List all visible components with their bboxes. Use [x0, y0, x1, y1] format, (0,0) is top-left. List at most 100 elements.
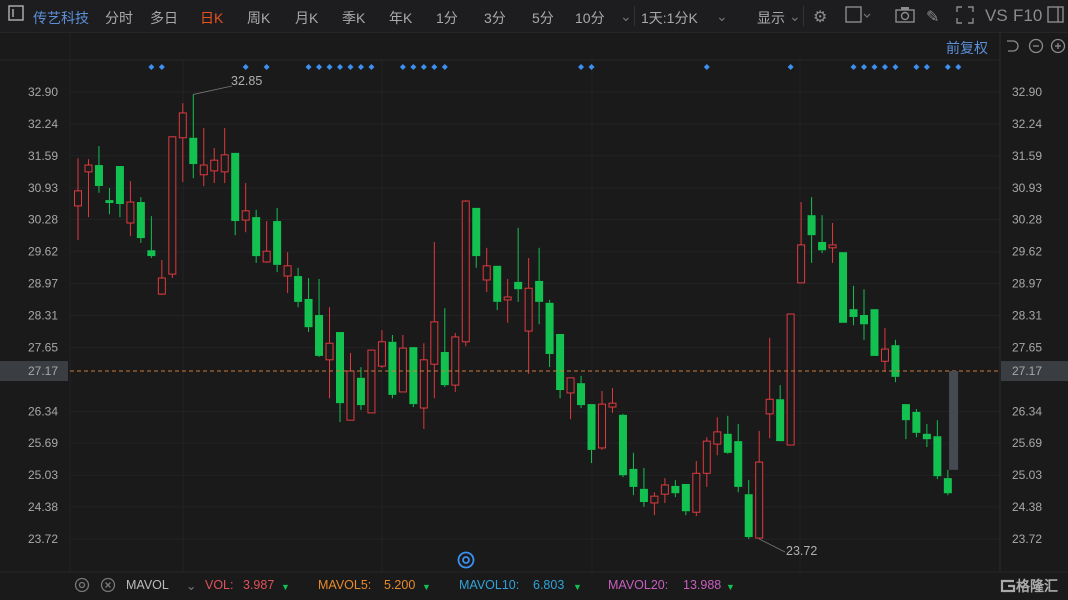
period-tab[interactable]: 月K — [295, 8, 318, 28]
zoom-out-icon[interactable] — [1028, 38, 1044, 57]
y-tick-label-right: 28.31 — [1012, 309, 1042, 323]
indicator-settings-icon[interactable] — [74, 577, 90, 596]
panel-icon[interactable] — [1047, 6, 1065, 29]
candle — [535, 247, 544, 325]
event-marker-diamond-icon — [347, 64, 354, 70]
candle — [388, 334, 397, 399]
indicator-name[interactable]: MAVOL — [126, 578, 169, 592]
candle-body-up — [84, 164, 93, 173]
candle-body-down — [115, 166, 124, 204]
candle — [650, 492, 659, 516]
candle — [639, 467, 648, 507]
candle-body-down — [818, 241, 827, 251]
event-marker-diamond-icon — [955, 64, 962, 70]
low-price-label: 23.72 — [786, 544, 818, 558]
stock-name[interactable]: 传艺科技 — [33, 8, 89, 28]
candle-body-up — [199, 164, 208, 176]
event-marker-diamond-icon — [850, 64, 857, 70]
range-select[interactable]: 1天:1分K — [641, 8, 698, 28]
square-icon[interactable] — [845, 6, 871, 29]
candle — [472, 207, 481, 268]
display-menu[interactable]: 显示 — [757, 8, 785, 28]
candle-body-up — [880, 348, 889, 362]
undo-icon[interactable] — [1004, 38, 1020, 57]
y-tick-label-left: 32.90 — [28, 85, 58, 99]
candle-body-up — [566, 377, 575, 394]
period-tab[interactable]: 分时 — [105, 8, 133, 28]
grid — [0, 33, 1068, 573]
at-icon[interactable] — [457, 551, 475, 574]
candle-body-up — [755, 461, 764, 539]
candle-body-up — [451, 336, 460, 386]
candle — [409, 347, 418, 408]
event-marker-diamond-icon — [337, 64, 343, 70]
period-tab[interactable]: 5分 — [532, 8, 554, 28]
chevron-down-icon: ⌄ — [789, 8, 801, 24]
candle-body-up — [765, 398, 774, 415]
candle — [702, 437, 711, 487]
period-tab[interactable]: 3分 — [484, 8, 506, 28]
period-tab[interactable]: 季K — [342, 8, 365, 28]
settings-icon[interactable]: ⚙ — [813, 7, 827, 27]
indicator-close-icon[interactable] — [100, 577, 116, 596]
candle-body-down — [545, 302, 554, 354]
candle-body-down — [618, 414, 627, 476]
period-tab[interactable]: 1分 — [436, 8, 458, 28]
candle — [220, 128, 229, 184]
y-tick-label-left: 29.62 — [28, 245, 58, 259]
candle — [545, 299, 554, 368]
candle-body-down — [189, 137, 198, 165]
vs-button[interactable]: VS — [985, 6, 1008, 26]
down-arrow-icon: ▼ — [573, 582, 582, 592]
candle-body-down — [440, 352, 449, 386]
candle — [304, 278, 313, 333]
period-tab-active[interactable]: 日K — [200, 8, 223, 28]
y-tick-label-left: 26.34 — [28, 404, 58, 418]
event-marker-diamond-icon — [944, 64, 951, 70]
candle-body-up — [503, 296, 512, 301]
y-tick-label-right: 27.65 — [1012, 341, 1042, 355]
candle — [136, 197, 145, 243]
divider — [803, 6, 804, 26]
period-tab[interactable]: 10分 — [575, 8, 605, 28]
camera-icon[interactable] — [895, 6, 915, 29]
y-tick-label-left: 23.72 — [28, 532, 58, 546]
candle-body-up — [346, 370, 355, 421]
candle — [503, 278, 512, 323]
candle — [493, 265, 502, 311]
chevron-down-icon[interactable]: ⌄ — [620, 8, 632, 25]
candle — [577, 375, 586, 409]
event-marker-diamond-icon — [357, 64, 364, 70]
period-tab[interactable]: 多日 — [150, 8, 178, 28]
event-marker-diamond-icon — [881, 64, 888, 70]
high-leader-line — [193, 85, 233, 95]
event-marker-diamond-icon — [913, 64, 920, 70]
period-tab[interactable]: 周K — [247, 8, 270, 28]
candle-body-down — [472, 207, 481, 257]
brand-name: 格隆汇 — [1016, 578, 1058, 594]
candle-body-down — [870, 309, 879, 356]
event-marker-diamond-icon — [410, 64, 417, 70]
f10-button[interactable]: F10 — [1013, 6, 1042, 26]
candle — [294, 267, 303, 308]
zoom-in-icon[interactable] — [1050, 38, 1066, 57]
candle — [723, 415, 732, 454]
candle-body-down — [723, 433, 732, 453]
candle-body-up — [398, 347, 407, 393]
pencil-icon[interactable]: ✎ — [926, 7, 939, 27]
sidebar-toggle-icon[interactable] — [8, 5, 24, 26]
candle-body-down — [336, 332, 344, 404]
period-tab[interactable]: 年K — [389, 8, 412, 28]
candlestick-chart[interactable]: 32.90 32.90 32.24 32.24 31.59 31.59 30.93 30.93… — [0, 0, 1068, 600]
candle — [786, 313, 795, 446]
fullscreen-icon[interactable] — [956, 6, 974, 29]
candle — [461, 200, 470, 347]
candle — [178, 103, 187, 183]
candle-body-up — [786, 313, 795, 446]
adjust-mode[interactable]: 前复权 — [946, 38, 988, 58]
y-tick-label-right: 25.03 — [1012, 468, 1042, 482]
y-tick-label-right: 31.59 — [1012, 149, 1042, 163]
candle — [430, 241, 439, 399]
chevron-down-icon[interactable]: ⌄ — [186, 578, 196, 593]
candle — [231, 152, 240, 236]
